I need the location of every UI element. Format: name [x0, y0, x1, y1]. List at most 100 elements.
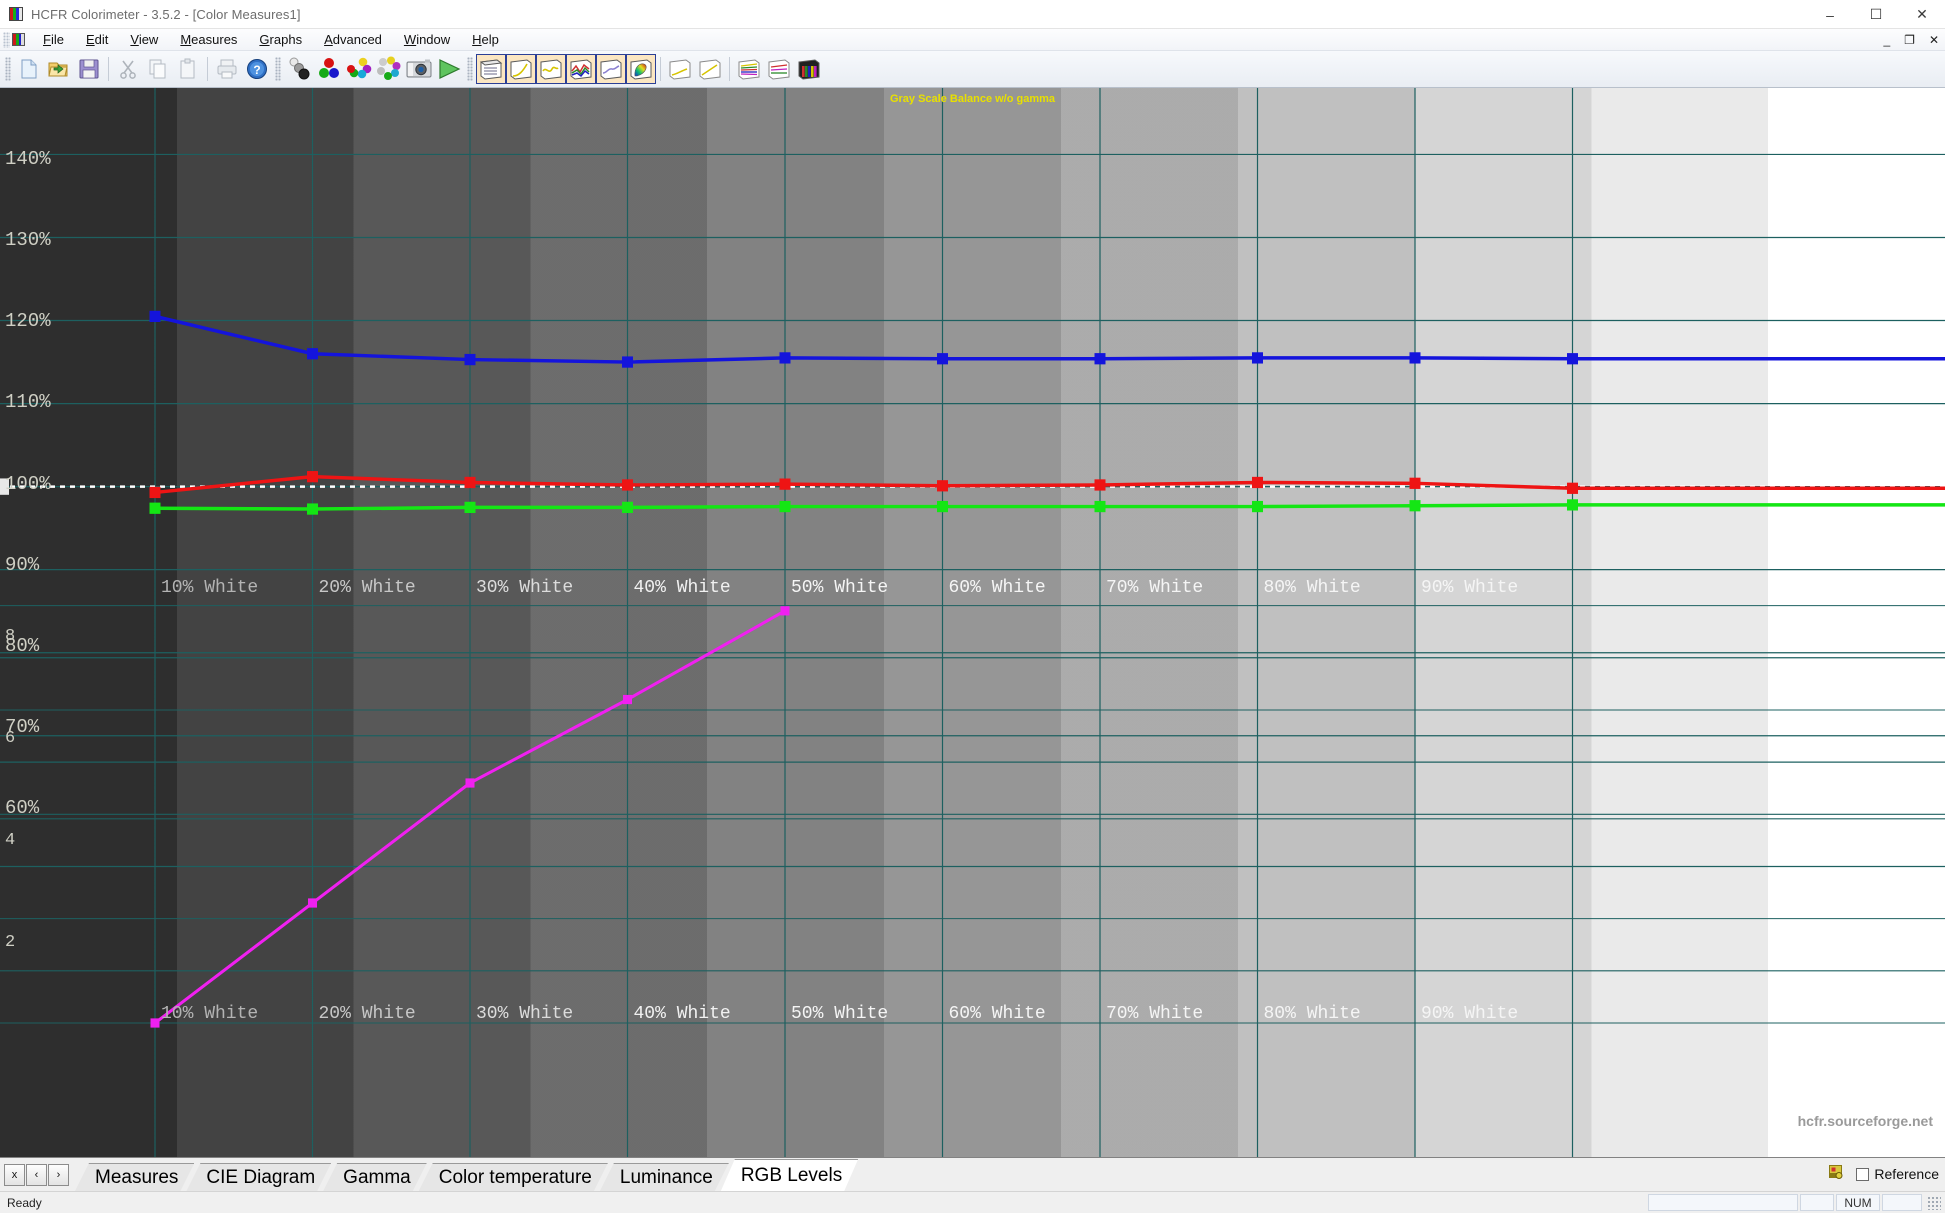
menu-drag-grip[interactable]	[3, 31, 10, 48]
menu-file-rest: ile	[50, 32, 64, 47]
run-measures-button[interactable]	[434, 54, 464, 84]
toolbar-drag-grip[interactable]	[275, 57, 281, 81]
toolbar-drag-grip[interactable]	[467, 57, 473, 81]
multiline-window-icon	[738, 59, 760, 80]
scissors-icon	[120, 60, 136, 79]
copy-button[interactable]	[143, 54, 173, 84]
copy-pages-icon	[149, 59, 166, 79]
status-pane-1	[1648, 1194, 1798, 1211]
view-extra-a-button[interactable]	[665, 54, 695, 84]
tab-list: Measures CIE Diagram Gamma Color temperatur…	[75, 1157, 850, 1191]
view-gamma-button[interactable]	[506, 54, 536, 84]
rgb-curves-window-icon	[570, 59, 592, 80]
menu-measures-rest: easures	[191, 32, 238, 47]
primary-colors-icon	[319, 58, 339, 78]
mdi-close-button[interactable]: ✕	[1927, 33, 1941, 47]
menu-item-window[interactable]: Window	[393, 30, 461, 49]
view-luminance-button[interactable]	[536, 54, 566, 84]
minimize-button[interactable]: –	[1807, 0, 1853, 29]
tab-cie-diagram[interactable]: CIE Diagram	[186, 1163, 331, 1191]
primaries-measure-button[interactable]	[314, 54, 344, 84]
secondaries-measure-button[interactable]	[344, 54, 374, 84]
print-button[interactable]	[212, 54, 242, 84]
pinkline-window-icon	[768, 59, 790, 80]
menu-advanced-rest: dvanced	[332, 32, 382, 47]
chart-watermark: hcfr.sourceforge.net	[1797, 1113, 1933, 1129]
menu-help-rest: elp	[481, 32, 499, 47]
saturation-measure-button[interactable]	[374, 54, 404, 84]
wave-curve-window-icon	[540, 59, 562, 80]
tab-label: Measures	[95, 1166, 179, 1188]
menu-app-icon	[12, 33, 25, 46]
question-mark-icon: ?	[247, 59, 267, 79]
menu-item-file[interactable]: File	[32, 30, 75, 49]
toolbar-separator	[729, 57, 730, 81]
menu-item-advanced[interactable]: Advanced	[313, 30, 393, 49]
toolbar-separator	[108, 57, 109, 81]
reference-checkbox-box[interactable]	[1856, 1167, 1870, 1181]
view-measures-button[interactable]	[476, 54, 506, 84]
tabbar-right-zone: Reference	[1827, 1163, 1939, 1185]
view-tab-bar: x ‹ › Measures CIE Diagram Gamma Color temp…	[0, 1157, 1945, 1191]
window-title: HCFR Colorimeter - 3.5.2 - [Color Measur…	[31, 6, 301, 22]
tab-gamma[interactable]: Gamma	[323, 1163, 427, 1191]
view-spectrum-a-button[interactable]	[734, 54, 764, 84]
maximize-button[interactable]: ☐	[1853, 0, 1899, 29]
help-button[interactable]: ?	[242, 54, 272, 84]
menu-view-rest: iew	[138, 32, 159, 47]
menu-item-graphs[interactable]: Graphs	[248, 30, 313, 49]
tab-prev-button[interactable]: ‹	[26, 1164, 47, 1186]
view-extra-b-button[interactable]	[695, 54, 725, 84]
menu-item-measures[interactable]: Measures	[169, 30, 248, 49]
close-button[interactable]: ✕	[1899, 0, 1945, 29]
view-cie-diagram-button[interactable]	[626, 54, 656, 84]
tab-color-temperature[interactable]: Color temperature	[419, 1163, 608, 1191]
open-folder-icon	[48, 62, 68, 77]
new-document-button[interactable]	[14, 54, 44, 84]
tab-rgb-levels[interactable]: RGB Levels	[721, 1159, 858, 1191]
printer-icon	[217, 59, 237, 79]
clipboard-icon	[180, 58, 195, 79]
title-bar: HCFR Colorimeter - 3.5.2 - [Color Measur…	[0, 0, 1945, 29]
mdi-minimize-button[interactable]: _	[1881, 33, 1892, 47]
tab-luminance[interactable]: Luminance	[600, 1163, 729, 1191]
yellow-curve-window-icon	[669, 59, 691, 80]
toolbar-drag-grip[interactable]	[5, 57, 11, 81]
view-color-temp-button[interactable]	[596, 54, 626, 84]
grayscale-measure-button[interactable]	[284, 54, 314, 84]
temp-curve-window-icon	[600, 59, 622, 80]
window-controls: – ☐ ✕	[1807, 0, 1945, 29]
menu-item-view[interactable]: View	[119, 30, 169, 49]
capture-button[interactable]	[404, 54, 434, 84]
open-file-button[interactable]	[44, 54, 74, 84]
paste-button[interactable]	[173, 54, 203, 84]
view-bars-button[interactable]	[794, 54, 824, 84]
tab-label: CIE Diagram	[206, 1166, 316, 1188]
rgb-levels-chart[interactable]: Gray Scale Balance w/o gamma hcfr.source…	[0, 88, 1945, 1157]
tab-label: Gamma	[343, 1166, 411, 1188]
tab-measures[interactable]: Measures	[75, 1163, 194, 1191]
tab-navigation: x ‹ ›	[4, 1162, 69, 1188]
view-spectrum-b-button[interactable]	[764, 54, 794, 84]
floppy-save-icon	[79, 59, 99, 79]
chart-plot-area	[0, 88, 1945, 1157]
tab-label: Luminance	[619, 1166, 713, 1188]
tab-label: RGB Levels	[740, 1164, 843, 1186]
save-file-button[interactable]	[74, 54, 104, 84]
menu-window-rest: indow	[416, 32, 451, 47]
color-bars-window-icon	[798, 59, 820, 80]
view-rgb-levels-button[interactable]	[566, 54, 596, 84]
resize-grip[interactable]	[1927, 1195, 1941, 1210]
menu-item-help[interactable]: Help	[461, 30, 510, 49]
tab-label: Color temperature	[438, 1166, 592, 1188]
tab-close-button[interactable]: x	[4, 1164, 25, 1186]
menu-item-edit[interactable]: Edit	[75, 30, 119, 49]
app-logo-icon	[9, 7, 23, 21]
mdi-restore-button[interactable]: ❐	[1902, 33, 1917, 47]
reference-checkbox[interactable]: Reference	[1856, 1166, 1939, 1182]
cut-button[interactable]	[113, 54, 143, 84]
cie-gamut-window-icon	[630, 59, 652, 80]
status-pane-2	[1800, 1194, 1834, 1211]
menu-graphs-rest: raphs	[269, 32, 303, 47]
tab-next-button[interactable]: ›	[48, 1164, 69, 1186]
